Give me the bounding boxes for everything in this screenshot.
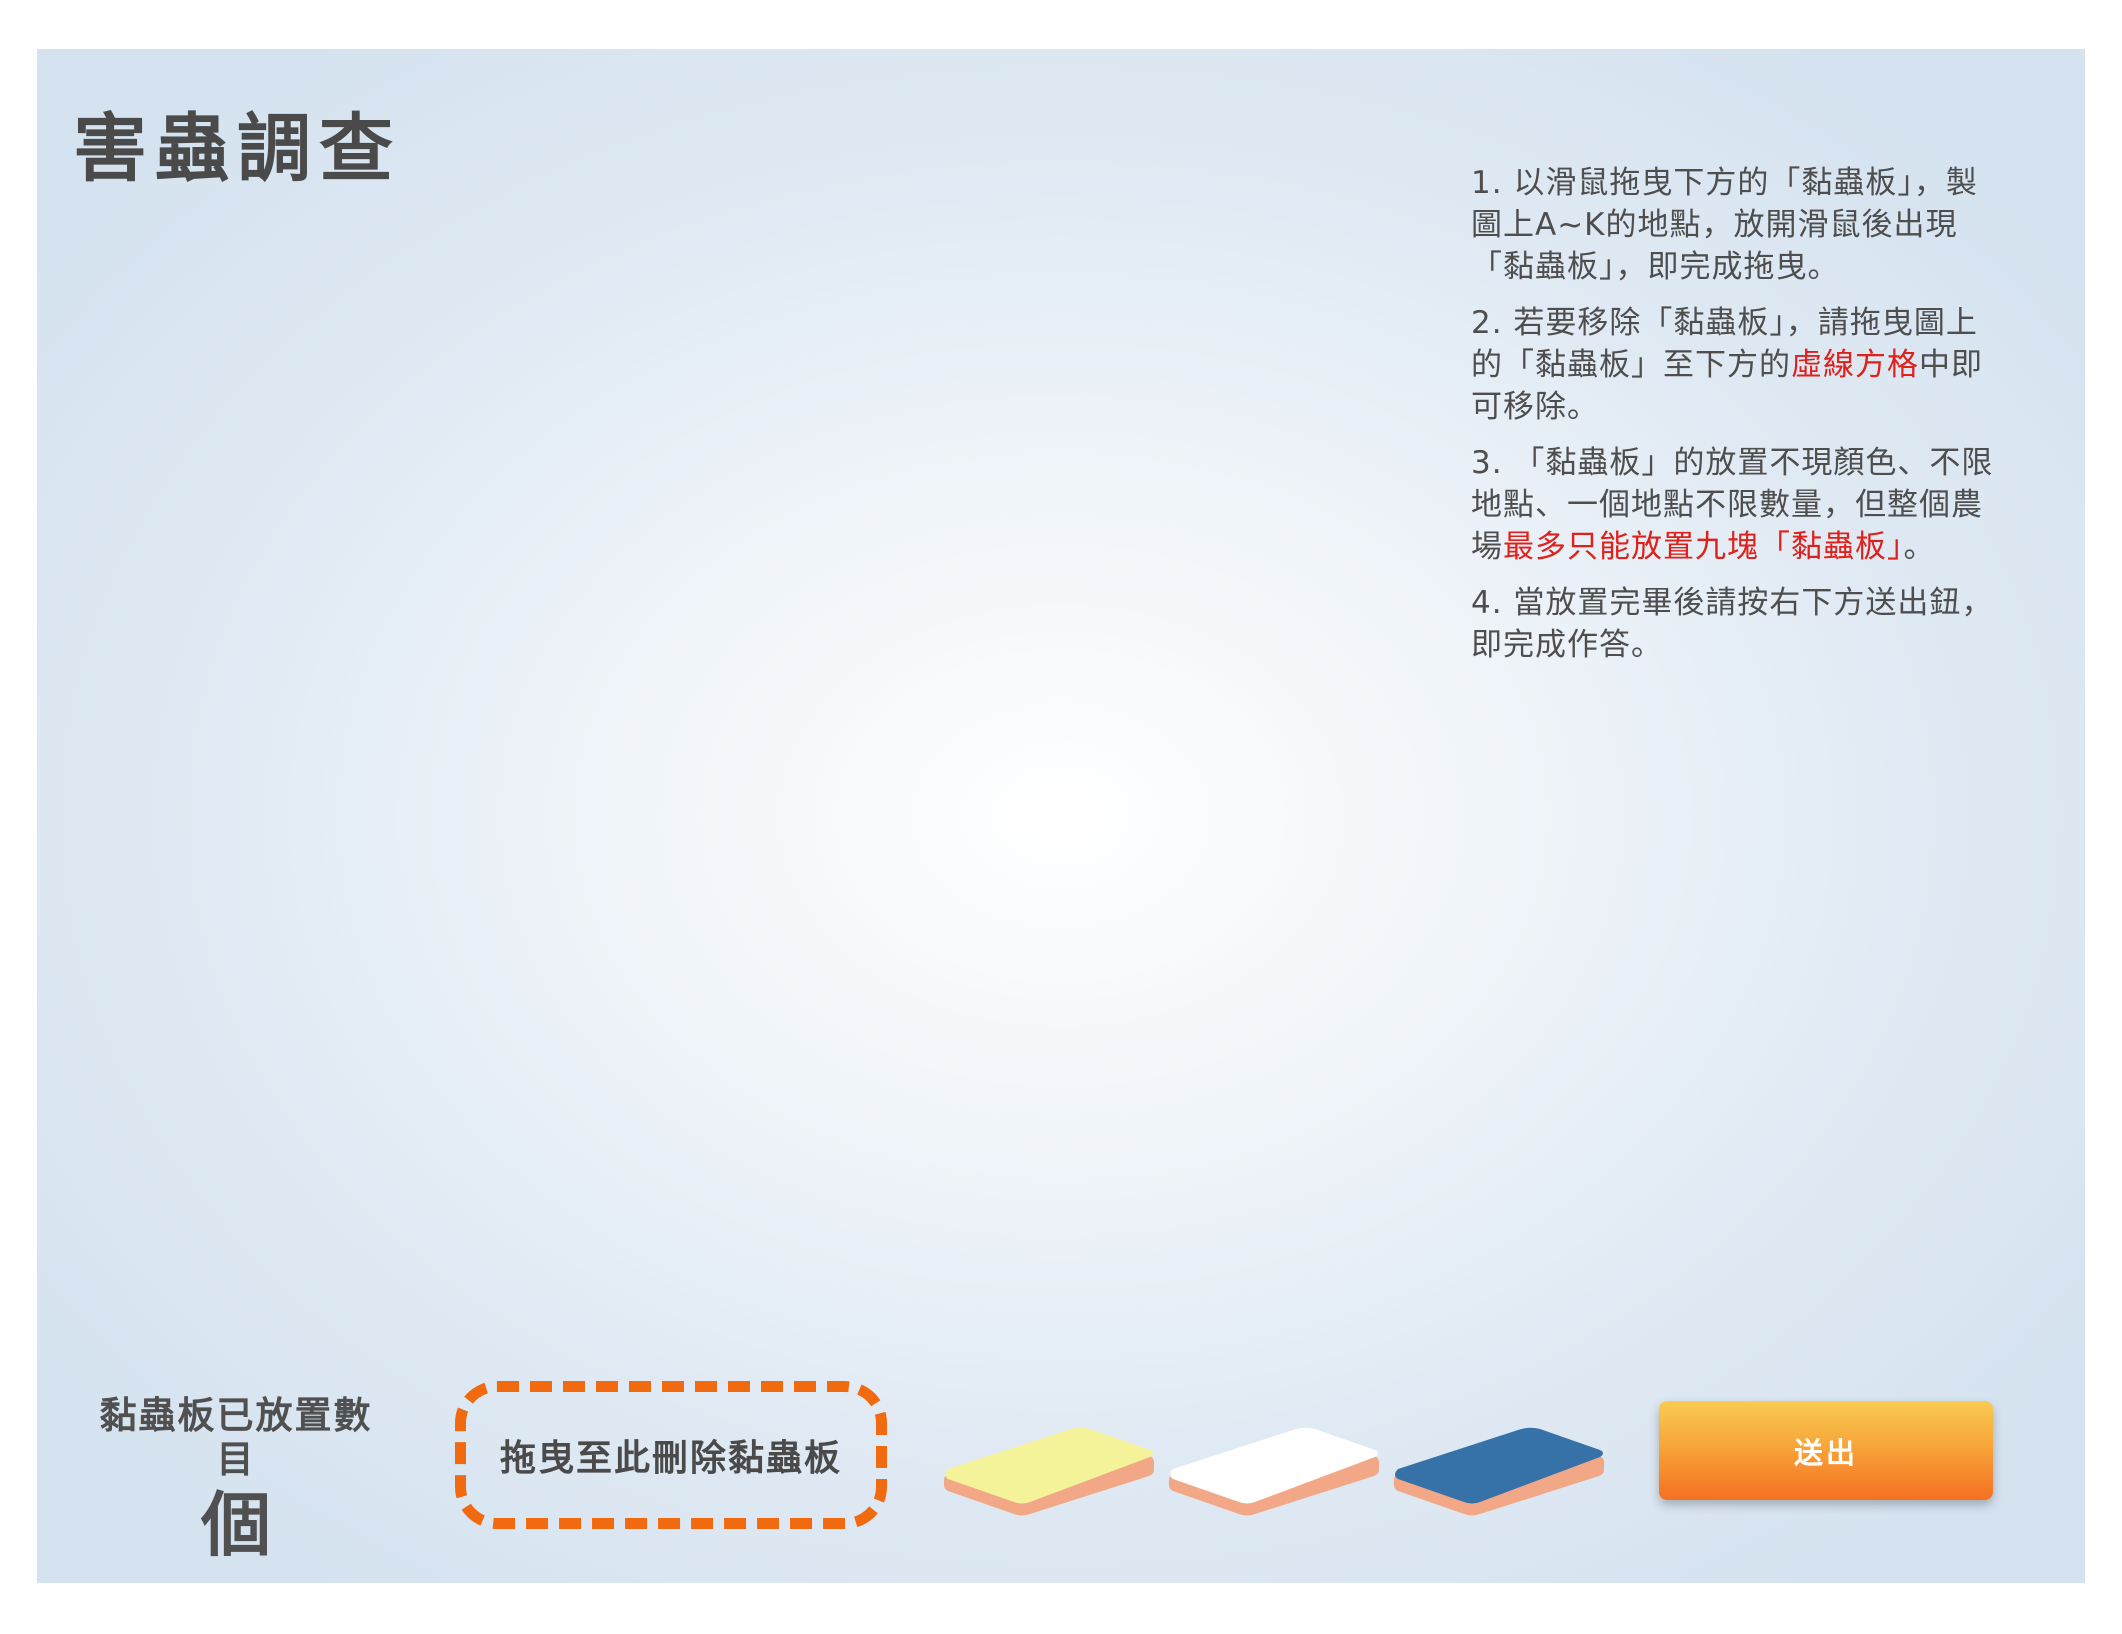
instruction-3-text-b: 。 bbox=[1903, 529, 1936, 565]
delete-drop-zone-label: 拖曳至此刪除黏蟲板 bbox=[499, 1438, 842, 1479]
blue-board-shape bbox=[1394, 1427, 1605, 1516]
activity-stage: 害蟲調查 1. 以滑鼠拖曳下方的「黏蟲板」，製圖上A~K的地點，放開滑鼠後出現「… bbox=[37, 49, 2085, 1583]
submit-button[interactable]: 送出 bbox=[1659, 1401, 1993, 1500]
yellow-sticky-board[interactable] bbox=[942, 1417, 1158, 1517]
white-sticky-board[interactable] bbox=[1167, 1417, 1383, 1517]
instruction-item-3: 3. 「黏蟲板」的放置不現顏色、不限地點、一個地點不限數量，但整個農場最多只能放… bbox=[1471, 442, 2006, 568]
placed-count-label: 黏蟲板已放置數目 bbox=[99, 1394, 373, 1482]
blue-sticky-board[interactable] bbox=[1392, 1417, 1608, 1517]
yellow-board-shape bbox=[944, 1427, 1155, 1516]
instruction-1-text: 1. 以滑鼠拖曳下方的「黏蟲板」，製圖上A~K的地點，放開滑鼠後出現「黏蟲板」，… bbox=[1471, 165, 1978, 285]
page-title: 害蟲調查 bbox=[73, 106, 401, 192]
instruction-item-4: 4. 當放置完畢後請按右下方送出鈕，即完成作答。 bbox=[1471, 582, 2006, 666]
delete-drop-zone[interactable]: 拖曳至此刪除黏蟲板 bbox=[455, 1381, 887, 1529]
placed-count: 黏蟲板已放置數目 個 bbox=[81, 1394, 391, 1564]
instruction-item-1: 1. 以滑鼠拖曳下方的「黏蟲板」，製圖上A~K的地點，放開滑鼠後出現「黏蟲板」，… bbox=[1471, 162, 2006, 288]
white-board-shape bbox=[1169, 1427, 1380, 1516]
instruction-4-text: 4. 當放置完畢後請按右下方送出鈕，即完成作答。 bbox=[1471, 585, 1994, 663]
instruction-2-highlight: 虛線方格 bbox=[1791, 347, 1919, 383]
instruction-3-highlight: 最多只能放置九塊「黏蟲板」 bbox=[1503, 529, 1904, 565]
placed-count-unit: 個 bbox=[201, 1483, 271, 1566]
instruction-list: 1. 以滑鼠拖曳下方的「黏蟲板」，製圖上A~K的地點，放開滑鼠後出現「黏蟲板」，… bbox=[1471, 162, 2006, 680]
instruction-item-2: 2. 若要移除「黏蟲板」，請拖曳圖上的「黏蟲板」至下方的虛線方格中即可移除。 bbox=[1471, 302, 2006, 428]
